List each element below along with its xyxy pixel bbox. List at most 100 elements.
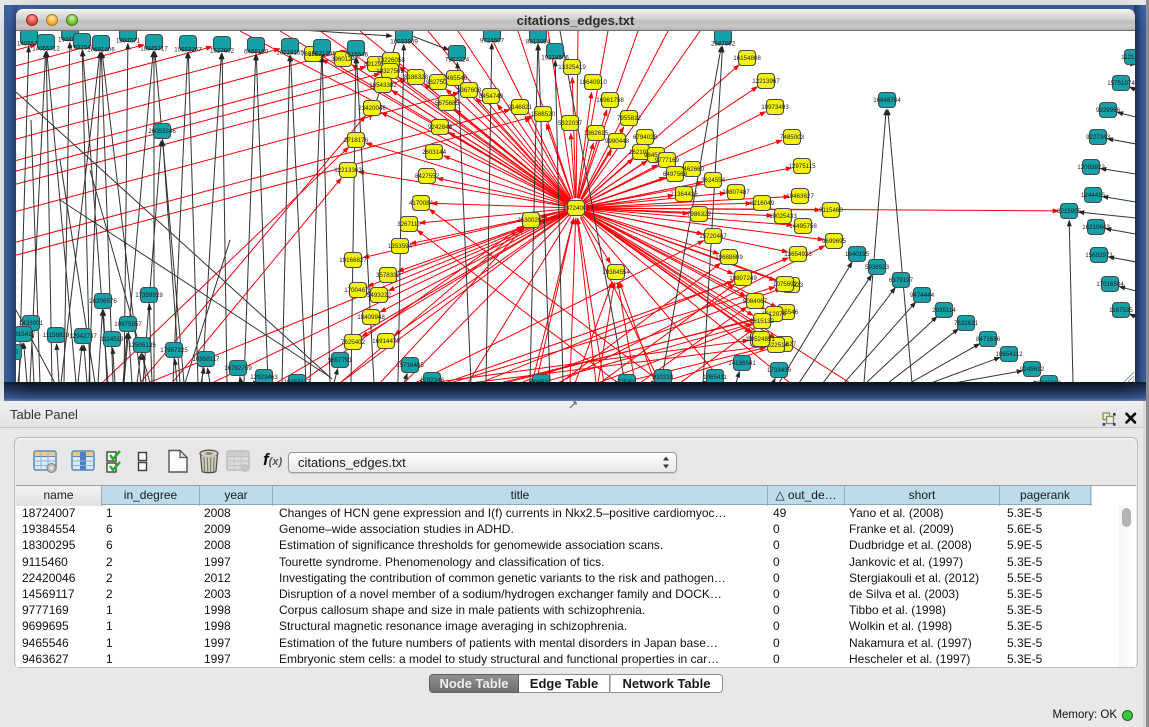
svg-text:9115460: 9115460 [819, 207, 843, 214]
svg-text:18327509: 18327509 [376, 68, 404, 75]
svg-text:16543382: 16543382 [369, 82, 397, 89]
svg-text:12213967: 12213967 [752, 78, 780, 85]
svg-text:2935114: 2935114 [932, 307, 956, 314]
svg-text:5938923: 5938923 [865, 264, 890, 271]
svg-text:5675685: 5675685 [435, 100, 460, 107]
svg-text:775301: 775301 [617, 379, 638, 382]
svg-text:17016504: 17016504 [1096, 281, 1124, 288]
svg-text:15716485: 15716485 [396, 362, 424, 369]
svg-text:7986322: 7986322 [687, 211, 712, 218]
svg-text:19524851: 19524851 [747, 336, 775, 343]
svg-text:11156829: 11156829 [43, 332, 70, 339]
svg-text:14495758: 14495758 [789, 223, 817, 230]
svg-text:1292346: 1292346 [420, 377, 445, 382]
svg-text:8186328: 8186328 [404, 74, 429, 81]
svg-text:1167535: 1167535 [1109, 307, 1133, 314]
svg-text:9724607: 9724607 [480, 38, 505, 45]
svg-text:15751074: 15751074 [1107, 80, 1135, 87]
svg-text:2718176: 2718176 [344, 137, 369, 144]
svg-text:1075692: 1075692 [773, 281, 798, 288]
svg-text:15720407: 15720407 [699, 233, 727, 240]
svg-text:16033809: 16033809 [390, 39, 418, 46]
svg-text:18640910: 18640910 [579, 79, 607, 86]
svg-text:2603144: 2603144 [422, 149, 447, 156]
svg-text:13325419: 13325419 [558, 64, 586, 71]
svg-text:9990448: 9990448 [605, 138, 630, 145]
svg-text:14136541: 14136541 [728, 360, 756, 367]
svg-text:9657791: 9657791 [328, 357, 353, 364]
svg-text:8454749: 8454749 [479, 93, 504, 100]
svg-text:7955812: 7955812 [617, 115, 642, 122]
svg-text:9245612: 9245612 [1020, 366, 1045, 373]
svg-text:16671355: 16671355 [308, 51, 336, 58]
svg-text:3267110: 3267110 [397, 221, 421, 228]
svg-text:10025433: 10025433 [769, 213, 797, 220]
svg-text:1114519: 1114519 [100, 336, 124, 343]
svg-text:17359928: 17359928 [135, 292, 163, 299]
svg-text:4170084: 4170084 [409, 200, 434, 207]
svg-text:910219: 910219 [653, 374, 674, 381]
svg-text:904521: 904521 [531, 379, 552, 382]
svg-text:9329966: 9329966 [1096, 107, 1121, 114]
svg-text:19166827: 19166827 [339, 257, 367, 264]
svg-text:7357224: 7357224 [445, 57, 470, 64]
svg-text:17957225: 17957225 [160, 347, 188, 354]
svg-text:16961758: 16961758 [596, 97, 624, 104]
svg-text:7485003: 7485003 [780, 134, 805, 141]
svg-text:6794028: 6794028 [633, 134, 658, 141]
svg-text:9777169: 9777169 [655, 157, 680, 164]
svg-text:12213363: 12213363 [334, 167, 362, 174]
svg-text:1362615: 1362615 [584, 130, 609, 137]
svg-text:12923463: 12923463 [250, 374, 278, 381]
svg-text:26206576: 26206576 [89, 298, 117, 305]
svg-text:18724007: 18724007 [562, 205, 590, 212]
svg-text:19384554: 19384554 [602, 269, 630, 276]
svg-text:18409948: 18409948 [357, 314, 385, 321]
svg-text:5322037: 5322037 [558, 120, 583, 127]
svg-text:5493222: 5493222 [367, 292, 392, 299]
svg-text:10958117: 10958117 [192, 356, 220, 363]
svg-text:2465546: 2465546 [443, 75, 468, 82]
svg-text:3624554: 3624554 [701, 177, 726, 184]
svg-text:3915417: 3915417 [16, 331, 36, 338]
svg-text:6497568: 6497568 [663, 171, 688, 178]
svg-text:7515546: 7515546 [344, 52, 369, 59]
svg-text:16782759: 16782759 [224, 365, 252, 372]
svg-text:10688609: 10688609 [715, 254, 743, 261]
svg-text:18807249: 18807249 [729, 275, 757, 282]
svg-text:1733426: 1733426 [767, 367, 792, 374]
svg-text:6466160: 6466160 [244, 49, 269, 56]
svg-text:10654112: 10654112 [995, 351, 1023, 358]
svg-text:3578332: 3578332 [376, 272, 401, 279]
svg-text:23420046: 23420046 [358, 105, 386, 112]
svg-text:16210643: 16210643 [1082, 224, 1110, 231]
svg-text:12975115: 12975115 [788, 163, 816, 170]
svg-text:1588520: 1588520 [531, 111, 556, 118]
svg-text:8471636: 8471636 [976, 336, 1001, 343]
svg-text:10807487: 10807487 [722, 189, 750, 196]
svg-text:26053346: 26053346 [148, 128, 176, 135]
svg-text:9699695: 9699695 [822, 238, 847, 245]
svg-text:1065411: 1065411 [703, 374, 727, 381]
svg-text:9245613: 9245613 [1037, 380, 1062, 382]
svg-text:12505135: 12505135 [128, 342, 156, 349]
svg-text:9146821: 9146821 [508, 104, 533, 111]
svg-text:1615132: 1615132 [750, 318, 775, 325]
svg-text:6216049: 6216049 [750, 200, 775, 207]
svg-text:9242848: 9242848 [428, 124, 453, 131]
svg-text:6379197: 6379197 [889, 277, 914, 284]
svg-text:7632621: 7632621 [954, 320, 979, 327]
svg-text:10975857: 10975857 [114, 321, 142, 328]
svg-text:19463627: 19463627 [786, 193, 814, 200]
svg-text:16914479: 16914479 [372, 338, 400, 345]
svg-text:10719155: 10719155 [276, 50, 304, 57]
svg-text:8215955: 8215955 [1057, 208, 1082, 215]
svg-text:1121744: 1121744 [1121, 54, 1135, 61]
svg-text:13654923: 13654923 [784, 251, 812, 258]
svg-text:16648784: 16648784 [873, 97, 901, 104]
svg-text:8427552: 8427552 [415, 173, 440, 180]
svg-text:15692971: 15692971 [1085, 252, 1113, 259]
svg-text:2367608: 2367608 [457, 87, 482, 94]
svg-text:9227343: 9227343 [1086, 134, 1111, 141]
svg-text:10653267: 10653267 [174, 47, 202, 54]
